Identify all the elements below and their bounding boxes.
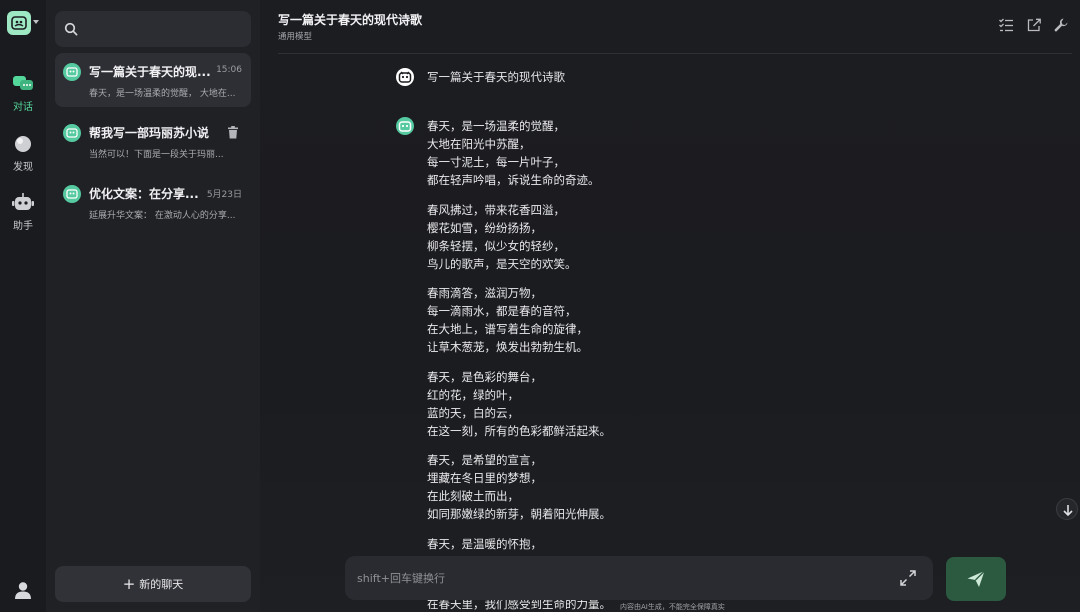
scroll-to-bottom-button[interactable] [1056, 498, 1078, 520]
expand-icon[interactable] [899, 569, 917, 587]
share-icon[interactable] [1026, 17, 1042, 33]
model-label: 通用模型 [278, 32, 313, 42]
send-button[interactable] [946, 557, 1006, 601]
poem-line: 在这一刻，所有的色彩都鲜活起来。 [427, 423, 611, 438]
message-input[interactable] [345, 556, 885, 600]
checklist-icon[interactable] [998, 17, 1014, 33]
rail-item-assistant[interactable]: 助手 [0, 193, 46, 232]
poem-stanza: 春天，是色彩的舞台， 红的花，绿的叶， 蓝的天，白的云， 在这一刻，所有的色彩都鲜活起… [427, 368, 807, 440]
poem-line: 蓝的天，白的云， [427, 405, 519, 420]
robot-icon [12, 193, 34, 210]
conversation-item[interactable]: 帮我写一部玛丽苏小说 当然可以！下面是一段关于玛丽... [55, 114, 251, 168]
search-box[interactable] [55, 11, 251, 47]
poem-line: 春雨滴答，滋润万物， [427, 286, 542, 300]
user-message-text: 写一篇关于春天的现代诗歌 [427, 70, 565, 84]
poem-line: 鸟儿的歌声，是天空的欢笑。 [427, 256, 577, 271]
assistant-avatar-icon [63, 124, 81, 142]
conversation-item[interactable]: 写一篇关于春天的现... 15:06 春天，是一场温柔的觉醒， 大地在... [55, 53, 251, 107]
poem-line: 春天，是一场温柔的觉醒， [427, 119, 565, 133]
poem-line: 红的花，绿的叶， [427, 387, 519, 402]
assistant-avatar-icon [63, 185, 81, 203]
rail-item-chat[interactable]: 对话 [0, 74, 46, 113]
chat-panel: 写一篇关于春天的现代诗歌 通用模型 写一篇关于春天的现代诗歌 春天，是一场温柔的… [260, 0, 1080, 612]
new-chat-label: 新的聊天 [139, 578, 184, 591]
poem-line: 春天，是温暖的怀抱， [427, 536, 542, 551]
nav-rail: 对话 发现 助手 [0, 0, 46, 612]
arrow-down-icon [1063, 505, 1073, 517]
conversation-time: 15:06 [216, 65, 242, 75]
assistant-avatar-icon [63, 63, 81, 81]
poem-line: 每一滴雨水，都是春的音符， [427, 304, 577, 318]
user-icon[interactable] [13, 580, 33, 600]
send-icon [967, 570, 985, 587]
rail-item-discover[interactable]: 发现 [0, 134, 46, 173]
poem-line: 大地在阳光中苏醒， [427, 137, 531, 151]
poem-line: 春天，是色彩的舞台， [427, 369, 542, 384]
poem-line: 如同那嫩绿的新芽，朝着阳光伸展。 [427, 507, 611, 521]
header-divider [278, 53, 1072, 54]
chat-title: 写一篇关于春天的现代诗歌 [278, 13, 423, 27]
app-window: 对话 发现 助手 写一篇关于春天的现... 15:06 春天，是一场温柔的觉醒，… [0, 0, 1080, 612]
conversation-sidebar: 写一篇关于春天的现... 15:06 春天，是一场温柔的觉醒， 大地在... 帮… [46, 0, 260, 612]
user-avatar-icon [396, 68, 414, 86]
poem-line: 每一寸泥土，每一片叶子， [427, 155, 565, 169]
ai-disclaimer: 内容由AI生成，不能完全保障真实 [620, 603, 725, 611]
wrench-icon[interactable] [1053, 17, 1069, 33]
rail-item-label: 对话 [13, 102, 33, 113]
conversation-title: 帮我写一部玛丽苏小说 [89, 126, 210, 140]
new-chat-button[interactable]: + 新的聊天 [55, 566, 251, 602]
composer-box [345, 556, 933, 600]
trash-icon[interactable] [227, 126, 239, 139]
search-icon [64, 22, 78, 36]
poem-line: 都在轻声吟唱，诉说生命的奇迹。 [427, 173, 600, 187]
poem-line: 柳条轻摆，似少女的轻纱， [427, 238, 565, 253]
rail-item-label: 发现 [13, 162, 33, 173]
rail-item-label: 助手 [13, 221, 33, 232]
poem-line: 春天，是希望的宣言， [427, 453, 542, 467]
poem-line: 埋藏在冬日里的梦想， [427, 471, 542, 485]
conversation-title: 写一篇关于春天的现... [89, 65, 211, 79]
discover-icon [15, 136, 31, 152]
poem-stanza: 春雨滴答，滋润万物， 每一滴雨水，都是春的音符， 在大地上，谱写着生命的旋律， 让草木… [427, 284, 807, 356]
poem-line: 让草木葱茏，焕发出勃勃生机。 [427, 340, 588, 354]
caret-down-icon[interactable] [33, 20, 39, 24]
poem-stanza: 春天，是希望的宣言， 埋藏在冬日里的梦想， 在此刻破土而出， 如同那嫩绿的新芽，朝着阳… [427, 451, 807, 523]
conversation-preview: 延展升华文案： 在激动人心的分享... [89, 211, 236, 221]
assistant-avatar-icon [396, 117, 414, 135]
poem-stanza: 春天，是一场温柔的觉醒， 大地在阳光中苏醒， 每一寸泥土，每一片叶子， 都在轻声吟唱，… [427, 117, 807, 189]
plus-icon: + [122, 575, 136, 593]
conversation-title: 优化文案：在分享... [89, 187, 199, 201]
assistant-message-body: 春天，是一场温柔的觉醒， 大地在阳光中苏醒， 每一寸泥土，每一片叶子， 都在轻声吟唱，… [427, 117, 807, 564]
conversation-preview: 春天，是一场温柔的觉醒， 大地在... [89, 89, 236, 99]
poem-line: 樱花如雪，纷纷扬扬， [427, 220, 542, 235]
app-logo[interactable] [7, 11, 31, 35]
poem-line: 在此刻破土而出， [427, 489, 519, 503]
conversation-preview: 当然可以！下面是一段关于玛丽... [89, 150, 224, 160]
chat-header: 写一篇关于春天的现代诗歌 通用模型 [260, 0, 1080, 54]
poem-stanza: 春天，是温暖的怀抱， [427, 535, 807, 553]
conversation-time: 5月23日 [206, 190, 242, 200]
conversation-item[interactable]: 优化文案：在分享... 5月23日 延展升华文案： 在激动人心的分享... [55, 175, 251, 229]
chat-icon [13, 76, 33, 90]
poem-stanza: 春风拂过，带来花香四溢， 樱花如雪，纷纷扬扬， 柳条轻摆，似少女的轻纱， 鸟儿的歌声，… [427, 201, 807, 273]
poem-line: 在大地上，谱写着生命的旋律， [427, 322, 588, 336]
poem-line: 春风拂过，带来花香四溢， [427, 202, 565, 217]
